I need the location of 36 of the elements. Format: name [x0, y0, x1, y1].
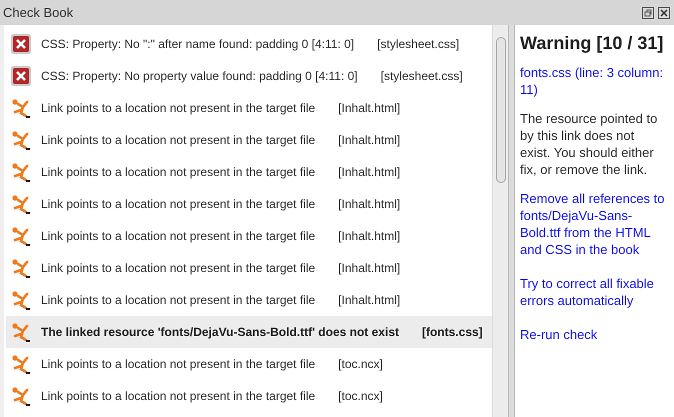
falling-person-icon — [10, 97, 32, 119]
falling-person-icon — [10, 321, 32, 343]
falling-person-icon — [10, 193, 32, 215]
issue-row[interactable]: Link points to a location not present in the target file [Inhalt.html] — [6, 188, 492, 220]
issue-row[interactable]: Link points to a location not present in the target file [Inhalt.html] — [6, 220, 492, 252]
action-link[interactable]: Remove all references to fonts/DejaVu-Sans-Bold.ttf from the HTML and CSS in the book — [520, 190, 665, 258]
error-icon — [10, 33, 32, 55]
action-link[interactable]: Re-run check — [520, 326, 665, 343]
issue-row[interactable]: Link points to a location not present in the target file [Inhalt.html] — [6, 252, 492, 284]
float-icon[interactable] — [642, 6, 654, 18]
issue-row[interactable]: Link points to a location not present in the target file [Inhalt.html] — [6, 284, 492, 316]
action-link[interactable]: Try to correct all fixable errors automatically — [520, 275, 665, 309]
description-text: The resource pointed to by this link does not exist. You should either fix, or remove the link. — [520, 110, 658, 178]
falling-person-icon — [10, 353, 32, 375]
issue-row[interactable]: The linked resource 'fonts/DejaVu-Sans-Bold.ttf' does not exist [fonts.css] — [6, 316, 492, 348]
scrollbar-thumb[interactable] — [496, 37, 506, 183]
issue-row[interactable]: Link points to a location not present in the target file [Inhalt.html] — [6, 156, 492, 188]
close-icon[interactable] — [658, 6, 670, 18]
issue-row[interactable]: Link points to a location not present in the target file [toc.ncx] — [6, 380, 492, 412]
issue-row[interactable]: CSS: Property: No ":" after name found: padding 0 [4:11: 0] [stylesheet.css] — [6, 28, 492, 60]
scrollbar[interactable] — [492, 25, 508, 417]
issue-row[interactable]: Link points to a location not present in the target file [Inhalt.html] — [6, 124, 492, 156]
falling-person-icon — [10, 289, 32, 311]
location-link[interactable]: fonts.css (line: 3 column: 11) — [520, 64, 665, 98]
falling-person-icon — [10, 161, 32, 183]
issue-row[interactable]: Link points to a location not present in the target file [toc.ncx] — [6, 348, 492, 380]
falling-person-icon — [10, 225, 32, 247]
falling-person-icon — [10, 129, 32, 151]
splitter[interactable] — [508, 25, 515, 417]
warning-heading: Warning [10 / 31] — [520, 32, 664, 55]
falling-person-icon — [10, 385, 32, 407]
issue-row[interactable]: Link points to a location not present in the target file [Inhalt.html] — [6, 92, 492, 124]
window-title: Check Book — [3, 4, 74, 22]
issue-row[interactable]: CSS: Property: No property value found: padding 0 [4:11: 0] [stylesheet.css] — [6, 60, 492, 92]
falling-person-icon — [10, 257, 32, 279]
error-icon — [10, 65, 32, 87]
